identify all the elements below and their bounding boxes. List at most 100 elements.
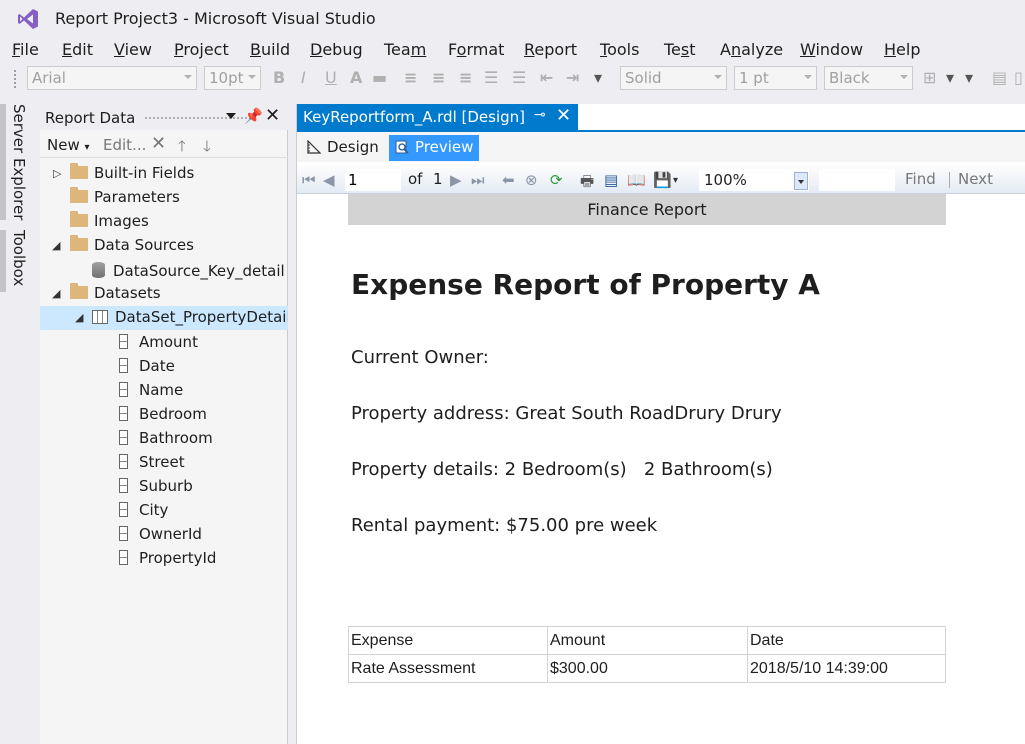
previous-page-icon[interactable]: ◀	[323, 171, 335, 189]
field-node[interactable]: PropertyId	[40, 546, 288, 570]
owner-line: Current Owner:	[351, 347, 489, 368]
preview-tab[interactable]: Preview	[389, 135, 480, 161]
folder-icon	[70, 211, 88, 227]
field-node[interactable]: Street	[40, 450, 288, 474]
tree-label: Data Sources	[94, 236, 194, 254]
menu-report[interactable]: Report	[524, 40, 577, 59]
print-layout-icon[interactable]: ▤	[604, 171, 618, 189]
font-size-combo[interactable]: 10pt	[204, 66, 261, 90]
tree-node-parameters[interactable]: Parameters	[40, 186, 288, 210]
align-right-icon[interactable]: ≡	[459, 68, 472, 87]
current-page-input[interactable]	[345, 169, 401, 191]
delete-icon[interactable]: ✕	[151, 133, 166, 154]
tree-label: DataSource_Key_detail	[113, 262, 285, 280]
layout-icon[interactable]: ▤	[992, 68, 1007, 87]
highlight-icon[interactable]: ▬	[372, 68, 387, 87]
tree-node-datasets[interactable]: ◢ Datasets	[40, 282, 288, 306]
menu-team[interactable]: Team	[384, 40, 426, 59]
tree-node-datasource-item[interactable]: DataSource_Key_detail	[40, 258, 288, 282]
field-icon	[119, 478, 128, 493]
menu-analyze[interactable]: Analyze	[720, 40, 783, 59]
field-node[interactable]: Bathroom	[40, 426, 288, 450]
back-icon[interactable]: ⬅	[502, 171, 515, 189]
align-center-icon[interactable]: ≡	[432, 68, 445, 87]
find-button[interactable]: Find	[905, 170, 936, 188]
bold-icon[interactable]: B	[273, 68, 285, 87]
find-next-button[interactable]: Next	[958, 170, 993, 188]
decrease-indent-icon[interactable]: ⇤	[540, 68, 553, 87]
new-button[interactable]: New ▾	[47, 136, 90, 154]
page-setup-icon[interactable]: 📖	[627, 171, 646, 189]
field-node[interactable]: Suburb	[40, 474, 288, 498]
line-color-combo[interactable]: Black	[824, 66, 913, 90]
underline-icon[interactable]: U	[325, 68, 337, 87]
close-icon[interactable]: ✕	[265, 105, 280, 126]
font-family-combo[interactable]: Arial	[27, 66, 197, 90]
menu-test[interactable]: Test	[664, 40, 696, 59]
tree-node-builtin-fields[interactable]: ▷ Built-in Fields	[40, 162, 288, 186]
tree-node-data-sources[interactable]: ◢ Data Sources	[40, 234, 288, 258]
expanded-arrow-icon[interactable]: ◢	[52, 287, 60, 300]
print-icon[interactable]: 🖶	[580, 171, 594, 196]
chevron-down-icon[interactable]	[794, 172, 808, 190]
field-node[interactable]: Name	[40, 378, 288, 402]
font-color-icon[interactable]: A	[350, 68, 362, 87]
line-width-combo[interactable]: 1 pt	[734, 66, 817, 90]
find-input[interactable]	[819, 169, 895, 191]
tab-pin-icon[interactable]: ⊸	[534, 107, 546, 123]
page-of-label: of	[408, 170, 423, 188]
menu-debug[interactable]: Debug	[310, 40, 363, 59]
menu-help[interactable]: Help	[884, 40, 920, 59]
expanded-arrow-icon[interactable]: ◢	[52, 239, 60, 252]
refresh-icon[interactable]: ⟳	[550, 171, 563, 189]
field-node[interactable]: Amount	[40, 330, 288, 354]
italic-icon[interactable]: I	[301, 68, 306, 87]
menu-tools[interactable]: Tools	[600, 40, 639, 59]
increase-indent-icon[interactable]: ⇥	[566, 68, 579, 87]
overflow-chevron-icon[interactable]: ▾	[594, 68, 602, 87]
tab-close-icon[interactable]: ✕	[556, 105, 571, 126]
move-down-icon[interactable]: 🡓	[203, 136, 211, 161]
first-page-icon[interactable]: ⏮	[302, 171, 316, 189]
tree-node-images[interactable]: Images	[40, 210, 288, 234]
stop-icon[interactable]: ⊗	[525, 171, 538, 189]
document-tab[interactable]: KeyReportform_A.rdl [Design] ⊸ ✕	[297, 104, 578, 130]
bulleted-list-icon[interactable]: ☰	[512, 68, 526, 87]
numbered-list-icon[interactable]: ☰	[484, 68, 498, 87]
menu-window[interactable]: Window	[800, 40, 863, 59]
menu-view[interactable]: View	[114, 40, 152, 59]
border-dropdown-icon[interactable]: ▾	[946, 68, 954, 87]
line-style-combo[interactable]: Solid	[620, 66, 727, 90]
edit-button[interactable]: Edit...	[103, 136, 146, 154]
menu-project[interactable]: Project	[174, 40, 229, 59]
tree-node-dataset-item[interactable]: ◢ DataSet_PropertyDetails	[40, 306, 288, 330]
next-page-icon[interactable]: ▶	[450, 171, 462, 189]
export-dropdown-icon[interactable]: ▾	[673, 175, 678, 186]
border-icon[interactable]: ⊞	[923, 68, 936, 87]
menu-edit[interactable]: Edit	[62, 40, 93, 59]
design-tab[interactable]: Design	[301, 135, 385, 161]
zoom-select[interactable]: 100%	[699, 169, 809, 191]
expanded-arrow-icon[interactable]: ◢	[75, 311, 83, 324]
report-title: Expense Report of Property A	[351, 268, 820, 301]
toolbar-grip[interactable]	[13, 69, 17, 89]
align-left-icon[interactable]: ≡	[404, 68, 417, 87]
overflow-chevron-icon-2[interactable]: ▾	[965, 68, 973, 87]
menu-build[interactable]: Build	[250, 40, 290, 59]
field-label: Bedroom	[139, 405, 207, 423]
pin-icon[interactable]: 📌	[244, 107, 263, 125]
layout-icon-2[interactable]: ▯	[1014, 68, 1023, 87]
export-icon[interactable]: 💾	[653, 171, 672, 189]
toolbox-tab[interactable]: Toolbox	[10, 230, 28, 286]
move-up-icon[interactable]: 🡑	[178, 136, 186, 161]
last-page-icon[interactable]: ⏭	[471, 171, 485, 189]
collapsed-arrow-icon[interactable]: ▷	[53, 167, 61, 180]
panel-menu-icon[interactable]	[226, 113, 236, 119]
field-node[interactable]: City	[40, 498, 288, 522]
server-explorer-tab[interactable]: Server Explorer	[10, 104, 28, 220]
menu-file[interactable]: File	[12, 40, 39, 59]
menu-format[interactable]: Format	[448, 40, 504, 59]
field-node[interactable]: OwnerId	[40, 522, 288, 546]
field-node[interactable]: Bedroom	[40, 402, 288, 426]
field-node[interactable]: Date	[40, 354, 288, 378]
